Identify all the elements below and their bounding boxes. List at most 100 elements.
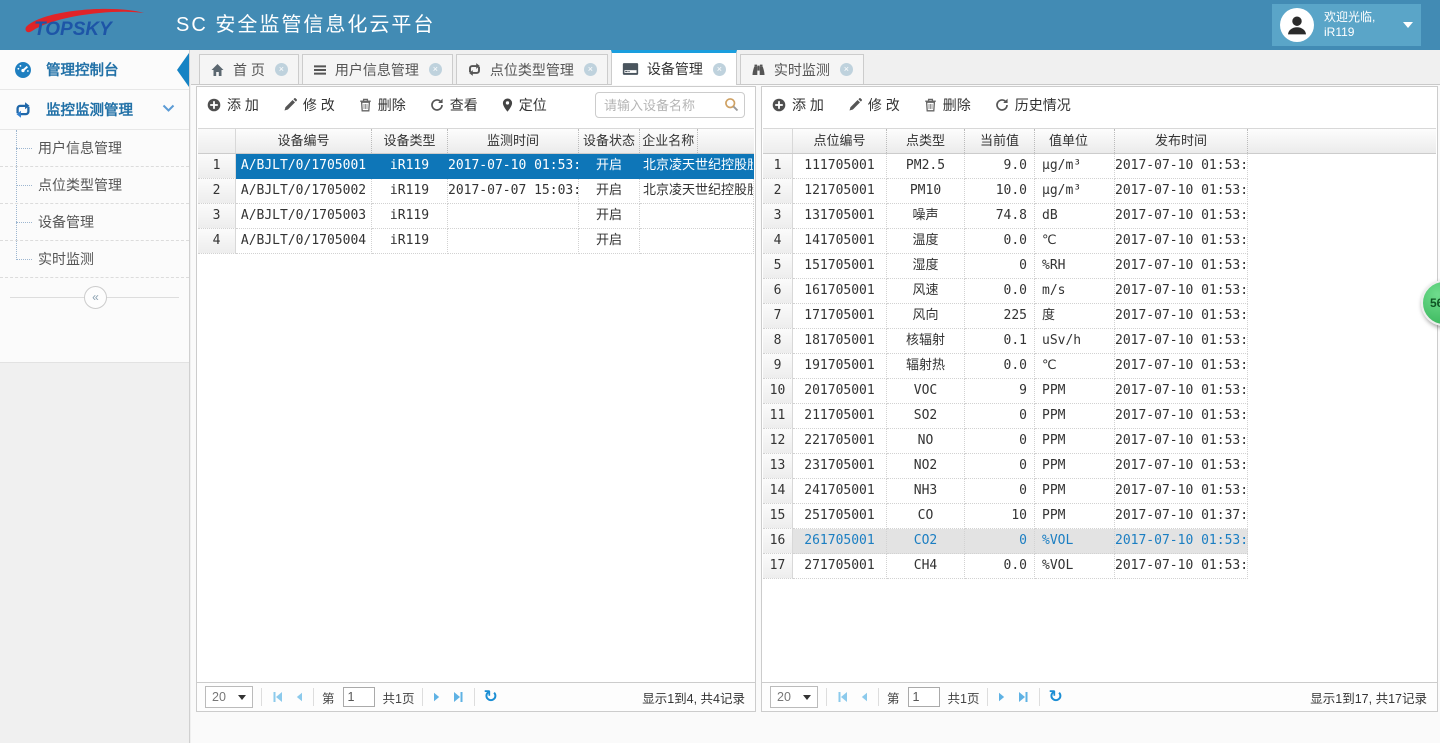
- edit-button[interactable]: 修 改: [283, 95, 335, 115]
- sidebar-item-point-type[interactable]: 点位类型管理: [0, 167, 189, 204]
- sidebar-item-device[interactable]: 设备管理: [0, 204, 189, 241]
- sidebar-collapse-row: «: [0, 286, 189, 310]
- delete-button[interactable]: 删除: [359, 95, 406, 115]
- point-row[interactable]: 6161705001风速0.0m/s2017-07-10 01:53:21: [763, 279, 1436, 304]
- delete-button[interactable]: 删除: [924, 95, 971, 115]
- point-cell: CH4: [887, 554, 965, 579]
- device-column-header[interactable]: [198, 129, 236, 153]
- close-icon[interactable]: ×: [429, 63, 442, 76]
- history-button[interactable]: 历史情况: [995, 95, 1071, 115]
- tab-home[interactable]: 首 页 ×: [199, 54, 299, 84]
- page-number-input[interactable]: [343, 687, 375, 707]
- prev-page-button[interactable]: [858, 690, 870, 704]
- point-row[interactable]: 14241705001NH30PPM2017-07-10 01:53:21: [763, 479, 1436, 504]
- repeat-icon: [14, 101, 32, 119]
- search-icon[interactable]: [724, 97, 739, 112]
- device-cell: 北京凌天世纪控股股份有限: [640, 179, 754, 204]
- device-cell: iR119: [372, 179, 448, 204]
- device-column-header[interactable]: 监测时间: [448, 129, 579, 153]
- last-page-button[interactable]: [1016, 690, 1031, 704]
- point-cell: 9.0: [965, 154, 1035, 179]
- point-row[interactable]: 12221705001NO0PPM2017-07-10 01:53:21: [763, 429, 1436, 454]
- sidebar-item-label: 监控监测管理: [46, 99, 133, 120]
- last-page-button[interactable]: [451, 690, 466, 704]
- edit-button[interactable]: 修 改: [848, 95, 900, 115]
- view-button[interactable]: 查看: [430, 95, 478, 115]
- tab-realtime-monitor[interactable]: 实时监测 ×: [740, 54, 864, 84]
- device-table-header: 设备编号设备类型监测时间设备状态企业名称: [198, 128, 754, 154]
- point-cell: 核辐射: [887, 329, 965, 354]
- page-size-select[interactable]: 20: [770, 686, 818, 708]
- page-number-input[interactable]: [908, 687, 940, 707]
- point-column-header[interactable]: 值单位: [1035, 129, 1115, 153]
- device-column-header[interactable]: 企业名称: [640, 129, 698, 153]
- point-row[interactable]: 9191705001辐射热0.0℃2017-07-10 01:53:21: [763, 354, 1436, 379]
- tab-user-info[interactable]: 用户信息管理 ×: [302, 54, 453, 84]
- device-cell: iR119: [372, 154, 448, 179]
- user-greeting: 欢迎光临,: [1324, 10, 1399, 25]
- next-page-button[interactable]: [996, 690, 1008, 704]
- point-cell: 13: [763, 454, 793, 479]
- user-menu[interactable]: 欢迎光临, iR119: [1272, 4, 1421, 46]
- caret-down-icon: [238, 695, 246, 700]
- point-row[interactable]: 8181705001核辐射0.1uSv/h2017-07-10 01:53:21: [763, 329, 1436, 354]
- sidebar-item-realtime[interactable]: 实时监测: [0, 241, 189, 278]
- point-cell: 241705001: [793, 479, 887, 504]
- edit-label: 修 改: [303, 95, 335, 115]
- point-column-header[interactable]: 点位编号: [793, 129, 887, 153]
- close-icon[interactable]: ×: [840, 63, 853, 76]
- device-column-header[interactable]: 设备编号: [236, 129, 372, 153]
- point-cell: 111705001: [793, 154, 887, 179]
- chevron-down-icon: [162, 104, 175, 113]
- point-column-header[interactable]: [763, 129, 793, 153]
- point-row[interactable]: 3131705001噪声74.8dB2017-07-10 01:53:22: [763, 204, 1436, 229]
- point-cell: 17: [763, 554, 793, 579]
- locate-button[interactable]: 定位: [502, 95, 547, 115]
- point-row[interactable]: 11211705001SO20PPM2017-07-10 01:53:22: [763, 404, 1436, 429]
- device-table: 设备编号设备类型监测时间设备状态企业名称 1A/BJLT/0/1705001iR…: [198, 128, 754, 682]
- point-row[interactable]: 17271705001CH40.0%VOL2017-07-10 01:53:21: [763, 554, 1436, 579]
- tab-point-type[interactable]: 点位类型管理 ×: [456, 54, 608, 84]
- device-column-header[interactable]: 设备类型: [372, 129, 448, 153]
- page-size-select[interactable]: 20: [205, 686, 253, 708]
- prev-page-button[interactable]: [293, 690, 305, 704]
- sidebar-collapse-button[interactable]: «: [84, 286, 107, 309]
- point-column-header[interactable]: 当前值: [965, 129, 1035, 153]
- first-page-button[interactable]: [835, 690, 850, 704]
- add-button[interactable]: 添 加: [772, 95, 824, 115]
- point-row[interactable]: 2121705001PM1010.0μg/m³2017-07-10 01:53:…: [763, 179, 1436, 204]
- point-column-header[interactable]: 发布时间: [1115, 129, 1248, 153]
- sidebar-item-monitor[interactable]: 监控监测管理: [0, 90, 189, 130]
- point-row[interactable]: 13231705001NO20PPM2017-07-10 01:53:22: [763, 454, 1436, 479]
- point-row[interactable]: 16261705001CO20%VOL2017-07-10 01:53:22: [763, 529, 1436, 554]
- home-icon: [210, 63, 225, 77]
- point-row[interactable]: 7171705001风向225度2017-07-10 01:53:21: [763, 304, 1436, 329]
- point-row[interactable]: 5151705001湿度0%RH2017-07-10 01:53:22: [763, 254, 1436, 279]
- device-row[interactable]: 1A/BJLT/0/1705001iR1192017-07-10 01:53:2…: [198, 154, 754, 179]
- reload-icon[interactable]: ↻: [1048, 687, 1062, 707]
- point-row[interactable]: 10201705001VOC9PPM2017-07-10 01:53:22: [763, 379, 1436, 404]
- device-column-header-filler: [698, 129, 755, 153]
- next-page-button[interactable]: [431, 690, 443, 704]
- point-column-header[interactable]: 点类型: [887, 129, 965, 153]
- reload-icon[interactable]: ↻: [483, 687, 497, 707]
- add-button[interactable]: 添 加: [207, 95, 259, 115]
- device-row[interactable]: 4A/BJLT/0/1705004iR119开启: [198, 229, 754, 254]
- device-row[interactable]: 3A/BJLT/0/1705003iR119开启: [198, 204, 754, 229]
- tab-device-management[interactable]: 设备管理 ×: [611, 50, 737, 85]
- point-row[interactable]: 1111705001PM2.59.0μg/m³2017-07-10 01:53:…: [763, 154, 1436, 179]
- sidebar-item-user-info[interactable]: 用户信息管理: [0, 130, 189, 167]
- close-icon[interactable]: ×: [275, 63, 288, 76]
- sidebar-item-console[interactable]: 管理控制台: [0, 50, 189, 90]
- point-cell: 151705001: [793, 254, 887, 279]
- point-cell: 2017-07-10 01:53:21: [1115, 179, 1248, 204]
- device-row[interactable]: 2A/BJLT/0/1705002iR1192017-07-07 15:03:0…: [198, 179, 754, 204]
- first-page-button[interactable]: [270, 690, 285, 704]
- point-row[interactable]: 4141705001温度0.0℃2017-07-10 01:53:22: [763, 229, 1436, 254]
- close-icon[interactable]: ×: [584, 63, 597, 76]
- device-pagination: 20 第 共1页 ↻ 显示1到4, 共4记录: [197, 682, 755, 711]
- search-input[interactable]: [595, 92, 745, 118]
- point-row[interactable]: 15251705001CO10PPM2017-07-10 01:37:01: [763, 504, 1436, 529]
- device-column-header[interactable]: 设备状态: [579, 129, 640, 153]
- close-icon[interactable]: ×: [713, 63, 726, 76]
